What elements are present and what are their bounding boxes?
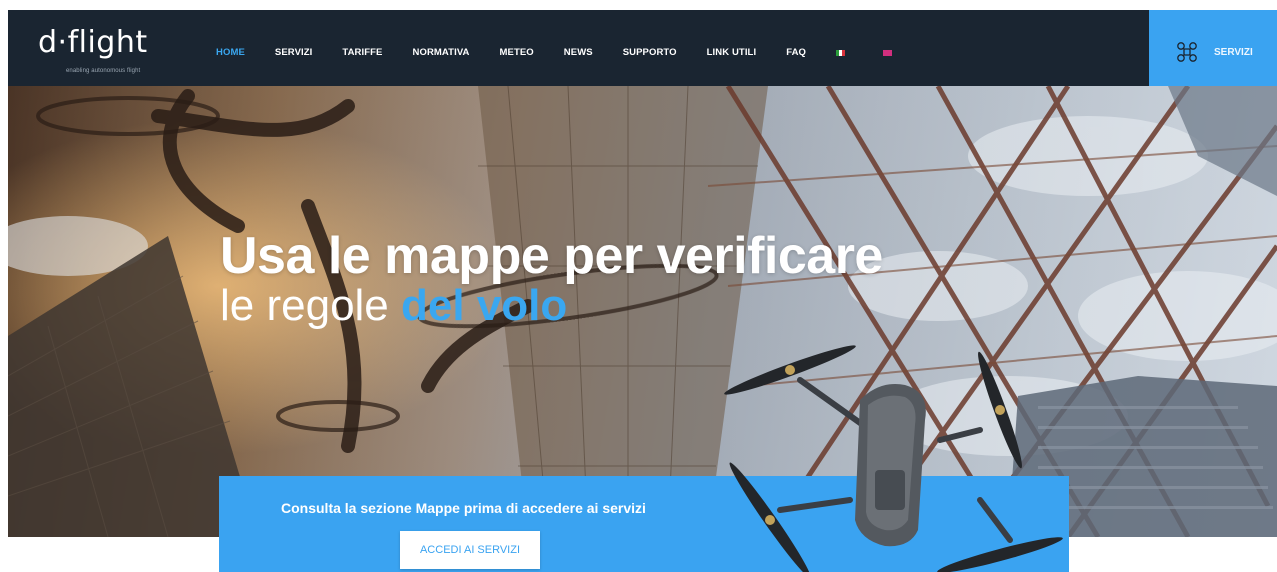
drone-image	[724, 345, 1063, 572]
